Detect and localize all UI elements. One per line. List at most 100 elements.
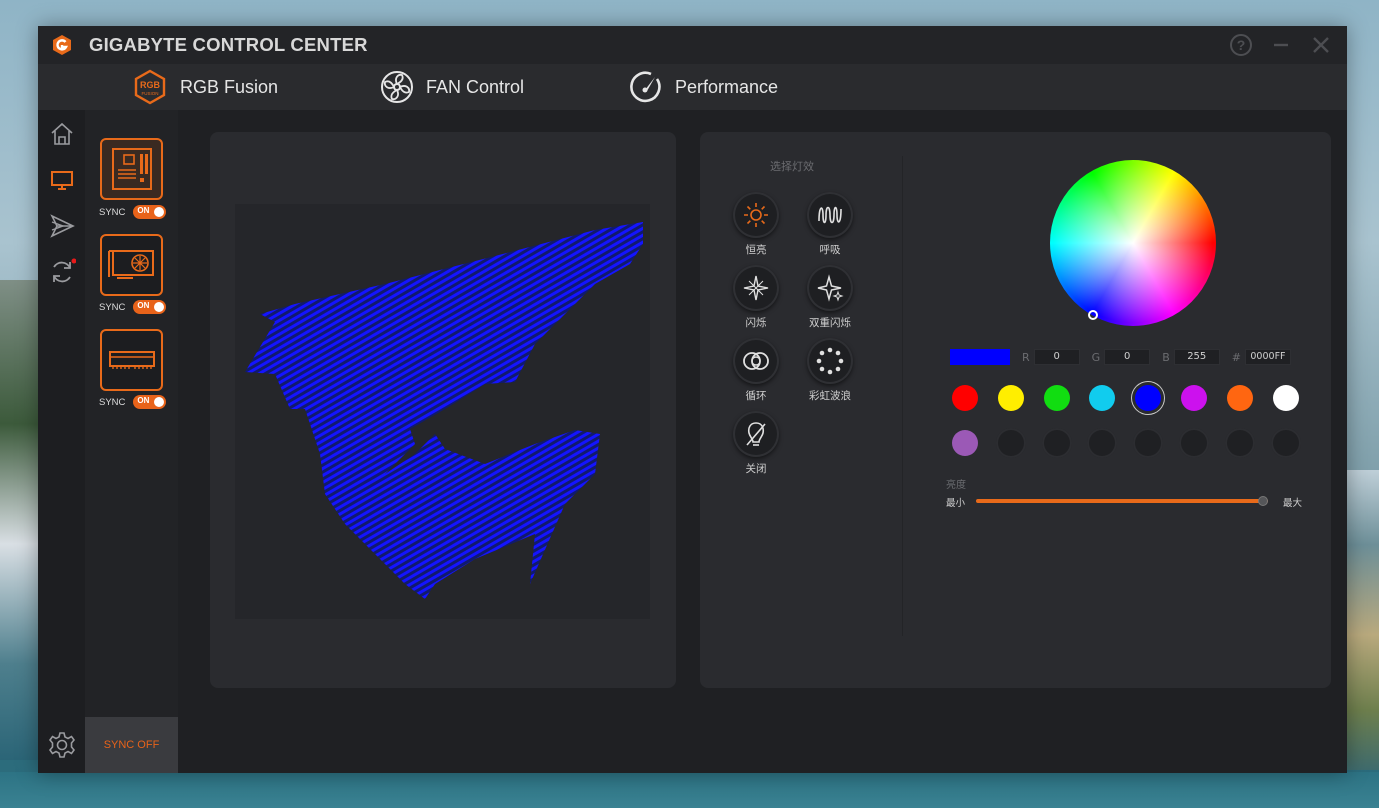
- main-content: 选择灯效 恒亮 呼吸 闪烁 双重闪烁 循环 彩虹波浪 关闭 R 0 G 0 B …: [178, 110, 1347, 773]
- flash-star-icon: [733, 265, 779, 311]
- brightness-min-label: 最小: [946, 498, 966, 509]
- empty-color-slot[interactable]: [1224, 428, 1255, 458]
- tab-fan-control[interactable]: FAN Control: [380, 64, 524, 110]
- b-input[interactable]: 255: [1173, 349, 1220, 365]
- breathing-wave-icon: [807, 192, 853, 238]
- empty-color-slot[interactable]: [1087, 428, 1118, 458]
- motherboard-sync-row: SYNC ON: [99, 205, 167, 219]
- tab-label: FAN Control: [426, 76, 525, 97]
- minimize-icon[interactable]: [1269, 32, 1293, 58]
- preset-color-swatch[interactable]: [1272, 385, 1299, 411]
- settings-button[interactable]: [38, 717, 85, 773]
- effect-off[interactable]: 关闭: [726, 411, 786, 476]
- desktop-background-bottom: [0, 772, 1379, 808]
- sync-label: SYNC: [99, 206, 126, 218]
- svg-text:FUSION: FUSION: [141, 91, 158, 96]
- device-preview-panel: [210, 132, 676, 688]
- b-label: B: [1162, 350, 1170, 364]
- tab-performance[interactable]: Performance: [627, 64, 778, 110]
- brightness-slider-knob[interactable]: [1258, 496, 1268, 506]
- empty-color-slot[interactable]: [1270, 428, 1301, 458]
- monitor-icon[interactable]: [48, 166, 76, 194]
- gpu-sync-row: SYNC ON: [99, 300, 167, 314]
- aorus-eagle-logo-icon: [245, 222, 643, 599]
- color-wheel[interactable]: [1050, 160, 1216, 326]
- desktop-background-right: [1345, 470, 1379, 770]
- effect-cycle[interactable]: 循环: [726, 338, 786, 403]
- brightness-slider[interactable]: [976, 496, 1268, 506]
- device-memory[interactable]: [100, 329, 163, 391]
- preset-color-swatch[interactable]: [1135, 385, 1162, 411]
- g-input[interactable]: 0: [1104, 349, 1151, 365]
- app-window: GIGABYTE CONTROL CENTER ? RGB FUSION RGB…: [38, 26, 1347, 773]
- device-rail: SYNC ON SYNC ON SYNC ON: [85, 110, 178, 773]
- help-icon[interactable]: ?: [1229, 32, 1253, 58]
- svg-text:RGB: RGB: [140, 80, 161, 90]
- empty-color-slot[interactable]: [1041, 428, 1072, 458]
- hex-input[interactable]: 0000FF: [1244, 349, 1291, 365]
- color-values-row: R 0 G 0 B 255 # 0000FF: [950, 348, 1291, 366]
- brightness-label: 亮度: [946, 480, 966, 491]
- g-label: G: [1091, 350, 1101, 364]
- gigabyte-logo-icon: [53, 35, 71, 55]
- fan-icon: [381, 71, 413, 103]
- device-graphics-card[interactable]: [100, 234, 163, 296]
- motherboard-icon: [111, 148, 152, 190]
- memory-sync-row: SYNC ON: [99, 395, 167, 409]
- effect-heading: 选择灯效: [770, 160, 814, 173]
- gpu-sync-toggle[interactable]: ON: [133, 300, 167, 314]
- effect-double-flash[interactable]: 双重闪烁: [800, 265, 860, 330]
- r-label: R: [1022, 350, 1030, 364]
- motherboard-sync-toggle[interactable]: ON: [133, 205, 167, 219]
- ram-icon: [108, 351, 155, 369]
- off-icon: [733, 411, 779, 457]
- update-icon[interactable]: [48, 258, 76, 286]
- preset-color-swatch[interactable]: [952, 385, 978, 411]
- sync-label: SYNC: [99, 396, 126, 408]
- preset-color-swatch[interactable]: [1043, 385, 1070, 411]
- empty-color-slot[interactable]: [1179, 428, 1209, 458]
- settings-icon: [48, 732, 75, 758]
- effect-color-panel: 选择灯效 恒亮 呼吸 闪烁 双重闪烁 循环 彩虹波浪 关闭 R 0 G 0 B …: [700, 132, 1331, 688]
- color-wheel-picker[interactable]: [1088, 310, 1098, 320]
- module-tab-bar: RGB FUSION RGB Fusion FAN Control Perfor…: [38, 64, 1347, 110]
- nav-rail: [38, 110, 85, 773]
- tab-label: RGB Fusion: [180, 76, 279, 97]
- effect-flash[interactable]: 闪烁: [726, 265, 786, 330]
- memory-sync-toggle[interactable]: ON: [133, 395, 167, 409]
- preset-color-swatch[interactable]: [1181, 385, 1207, 411]
- rgb-fusion-icon: RGB FUSION: [134, 69, 166, 105]
- close-icon[interactable]: [1309, 32, 1333, 58]
- home-icon[interactable]: [48, 120, 76, 148]
- panel-divider: [902, 156, 903, 636]
- brightness-max-label: 最大: [1283, 498, 1303, 509]
- app-title: GIGABYTE CONTROL CENTER: [89, 34, 368, 55]
- preset-color-swatch[interactable]: [1226, 385, 1253, 411]
- send-icon[interactable]: [48, 212, 76, 240]
- window-controls: ?: [1229, 32, 1333, 58]
- empty-color-slot[interactable]: [995, 428, 1026, 458]
- preset-color-swatch[interactable]: [1089, 385, 1116, 411]
- desktop-background-left: [0, 280, 40, 760]
- sync-off-button[interactable]: SYNC OFF: [85, 717, 178, 773]
- current-color-swatch: [950, 349, 1010, 365]
- rainbow-wave-icon: [807, 338, 853, 384]
- effect-breathing[interactable]: 呼吸: [800, 192, 860, 257]
- effect-rainbow-wave[interactable]: 彩虹波浪: [800, 338, 860, 403]
- effect-static[interactable]: 恒亮: [726, 192, 786, 257]
- svg-text:?: ?: [1237, 37, 1246, 53]
- preset-color-swatch[interactable]: [997, 385, 1024, 411]
- device-motherboard[interactable]: [100, 138, 163, 200]
- aorus-logo-preview: [235, 204, 650, 619]
- double-flash-icon: [807, 265, 853, 311]
- preset-color-swatch[interactable]: [952, 430, 978, 456]
- sync-label: SYNC: [99, 301, 126, 313]
- r-input[interactable]: 0: [1033, 349, 1080, 365]
- tab-label: Performance: [675, 76, 779, 97]
- gpu-icon: [107, 250, 154, 279]
- tab-rgb-fusion[interactable]: RGB FUSION RGB Fusion: [132, 64, 278, 110]
- empty-color-slot[interactable]: [1133, 428, 1164, 458]
- sun-icon: [733, 192, 779, 238]
- cycle-icon: [733, 338, 779, 384]
- hex-label: #: [1231, 350, 1241, 364]
